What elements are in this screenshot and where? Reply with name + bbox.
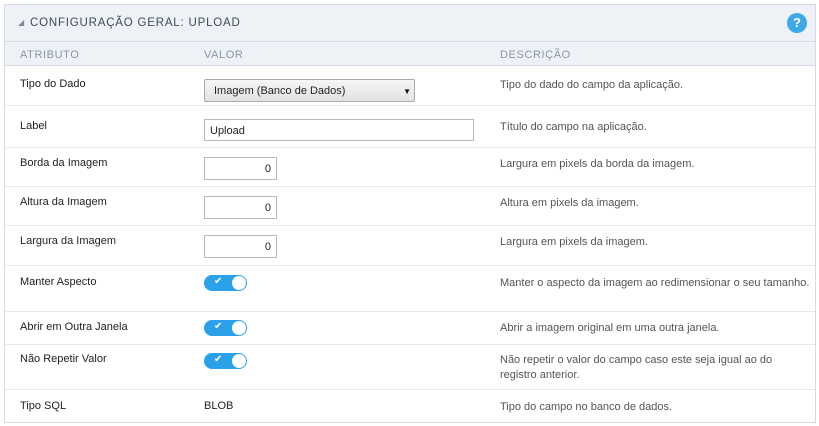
- check-icon: ✔: [214, 354, 223, 365]
- row-description: Não repetir o valor do campo caso este s…: [500, 354, 773, 381]
- row-description: Abrir a imagem original em uma outra jan…: [500, 322, 720, 334]
- image-height-input[interactable]: 0: [204, 196, 277, 219]
- collapse-triangle-icon[interactable]: ◢: [18, 18, 24, 27]
- row-label: Largura da Imagem: [20, 235, 116, 247]
- data-type-select[interactable]: Imagem (Banco de Dados) ▼: [204, 79, 415, 102]
- row-description: Título do campo na aplicação.: [500, 121, 647, 133]
- open-new-window-toggle[interactable]: ✔: [204, 320, 247, 336]
- no-repeat-value-toggle[interactable]: ✔: [204, 353, 247, 369]
- row-label: Abrir em Outra Janela: [20, 321, 128, 333]
- row-description: Tipo do dado do campo da aplicação.: [500, 79, 684, 91]
- val-cell: ✔: [204, 320, 247, 336]
- toggle-knob: [232, 354, 246, 368]
- column-header-description: DESCRIÇÃO: [500, 49, 571, 61]
- val-cell: 0: [204, 235, 277, 258]
- column-header-attribute: ATRIBUTO: [20, 49, 80, 61]
- val-cell: ✔: [204, 353, 247, 369]
- row-description: Largura em pixels da borda da imagem.: [500, 158, 695, 170]
- row-largura-imagem: Largura da Imagem 0 Largura em pixels da…: [5, 226, 815, 266]
- row-label: Borda da Imagem: [20, 157, 108, 169]
- row-label: Tipo do Dado: [20, 78, 86, 90]
- image-border-input[interactable]: 0: [204, 157, 277, 180]
- row-altura-imagem: Altura da Imagem 0 Altura em pixels da i…: [5, 187, 815, 226]
- image-width-input[interactable]: 0: [204, 235, 277, 258]
- data-type-select-value: Imagem (Banco de Dados): [214, 85, 346, 97]
- check-icon: ✔: [214, 321, 223, 332]
- row-description: Manter o aspecto da imagem ao redimensio…: [500, 277, 810, 289]
- row-manter-aspecto: Manter Aspecto ✔ Manter o aspecto da ima…: [5, 266, 815, 312]
- val-cell: ✔: [204, 275, 247, 291]
- panel-header[interactable]: ◢ CONFIGURAÇÃO GERAL: UPLOAD ?: [5, 5, 815, 42]
- row-label: Tipo SQL: [20, 400, 67, 412]
- label-input[interactable]: Upload: [204, 119, 474, 141]
- row-abrir-outra-janela: Abrir em Outra Janela ✔ Abrir a imagem o…: [5, 312, 815, 345]
- row-tipo-sql: Tipo SQL BLOB Tipo do campo no banco de …: [5, 390, 815, 423]
- sql-type-value: BLOB: [204, 400, 234, 412]
- row-label-field: Label Upload Título do campo na aplicaçã…: [5, 106, 815, 148]
- val-cell: 0: [204, 157, 277, 180]
- help-icon[interactable]: ?: [787, 13, 807, 33]
- row-description: Largura em pixels da imagem.: [500, 236, 648, 248]
- upload-config-panel: ◢ CONFIGURAÇÃO GERAL: UPLOAD ? ATRIBUTO …: [4, 4, 816, 423]
- keep-aspect-toggle[interactable]: ✔: [204, 275, 247, 291]
- val-cell: Upload: [204, 119, 474, 141]
- row-tipo-do-dado: Tipo do Dado Imagem (Banco de Dados) ▼ T…: [5, 67, 815, 106]
- val-cell: 0: [204, 196, 277, 219]
- row-label: Manter Aspecto: [20, 276, 97, 288]
- row-label: Não Repetir Valor: [20, 353, 107, 365]
- column-header-value: VALOR: [204, 49, 244, 61]
- row-description: Tipo do campo no banco de dados.: [500, 401, 673, 413]
- toggle-knob: [232, 321, 246, 335]
- row-label: Label: [20, 120, 47, 132]
- column-headers: ATRIBUTO VALOR DESCRIÇÃO: [5, 42, 815, 66]
- row-label: Altura da Imagem: [20, 196, 107, 208]
- row-nao-repetir-valor: Não Repetir Valor ✔ Não repetir o valor …: [5, 345, 815, 390]
- toggle-knob: [232, 276, 246, 290]
- row-borda-imagem: Borda da Imagem 0 Largura em pixels da b…: [5, 148, 815, 187]
- check-icon: ✔: [214, 276, 223, 287]
- dropdown-arrow-icon: ▼: [403, 87, 411, 96]
- val-cell: Imagem (Banco de Dados) ▼: [204, 79, 415, 102]
- row-description: Altura em pixels da imagem.: [500, 197, 639, 209]
- panel-title: CONFIGURAÇÃO GERAL: UPLOAD: [30, 17, 241, 29]
